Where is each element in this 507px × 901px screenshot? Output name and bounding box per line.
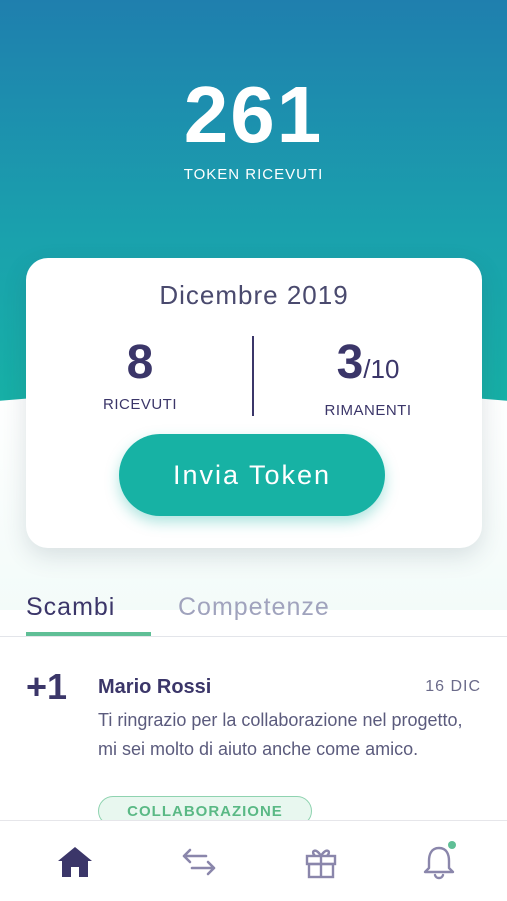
exchange-date: 16 DIC	[425, 678, 481, 695]
remaining-label: RIMANENTI	[324, 402, 412, 419]
tab-bar: Scambi Competenze	[0, 585, 507, 637]
remaining-stat: 3/10 RIMANENTI	[254, 336, 482, 419]
remaining-total: /10	[363, 354, 400, 384]
nav-notifications[interactable]	[416, 839, 462, 885]
received-value: 8	[126, 336, 154, 389]
exchange-icon	[182, 848, 216, 876]
notification-dot	[448, 841, 456, 849]
tab-competenze[interactable]: Competenze	[178, 593, 330, 622]
nav-exchange[interactable]	[176, 839, 222, 885]
exchange-item[interactable]: +1 Mario Rossi 16 DIC Ti ringrazio per l…	[0, 660, 507, 826]
tab-scambi[interactable]: Scambi	[26, 593, 115, 622]
nav-gift[interactable]	[298, 839, 344, 885]
exchange-sender-name: Mario Rossi	[98, 676, 212, 698]
received-label: RICEVUTI	[102, 396, 177, 413]
remaining-value: 3	[336, 336, 364, 389]
monthly-summary-card: Dicembre 2019 8 RICEVUTI 3/10 RIMANENTI …	[26, 258, 482, 548]
send-token-button[interactable]: Invia Token	[119, 434, 385, 516]
total-tokens-label: TOKEN RICEVUTI	[183, 166, 324, 183]
remaining-value-wrap: 3/10	[254, 336, 482, 396]
month-label: Dicembre 2019	[159, 280, 349, 310]
nav-home[interactable]	[52, 839, 98, 885]
total-tokens-value: 261	[183, 70, 324, 159]
home-icon	[58, 847, 92, 877]
exchange-delta: +1	[26, 666, 68, 707]
tab-bar-divider	[0, 636, 507, 637]
exchange-message: Ti ringrazio per la collaborazione nel p…	[98, 710, 463, 759]
bottom-navigation	[0, 820, 507, 901]
gift-icon	[305, 849, 337, 879]
received-stat: 8 RICEVUTI	[26, 336, 254, 413]
